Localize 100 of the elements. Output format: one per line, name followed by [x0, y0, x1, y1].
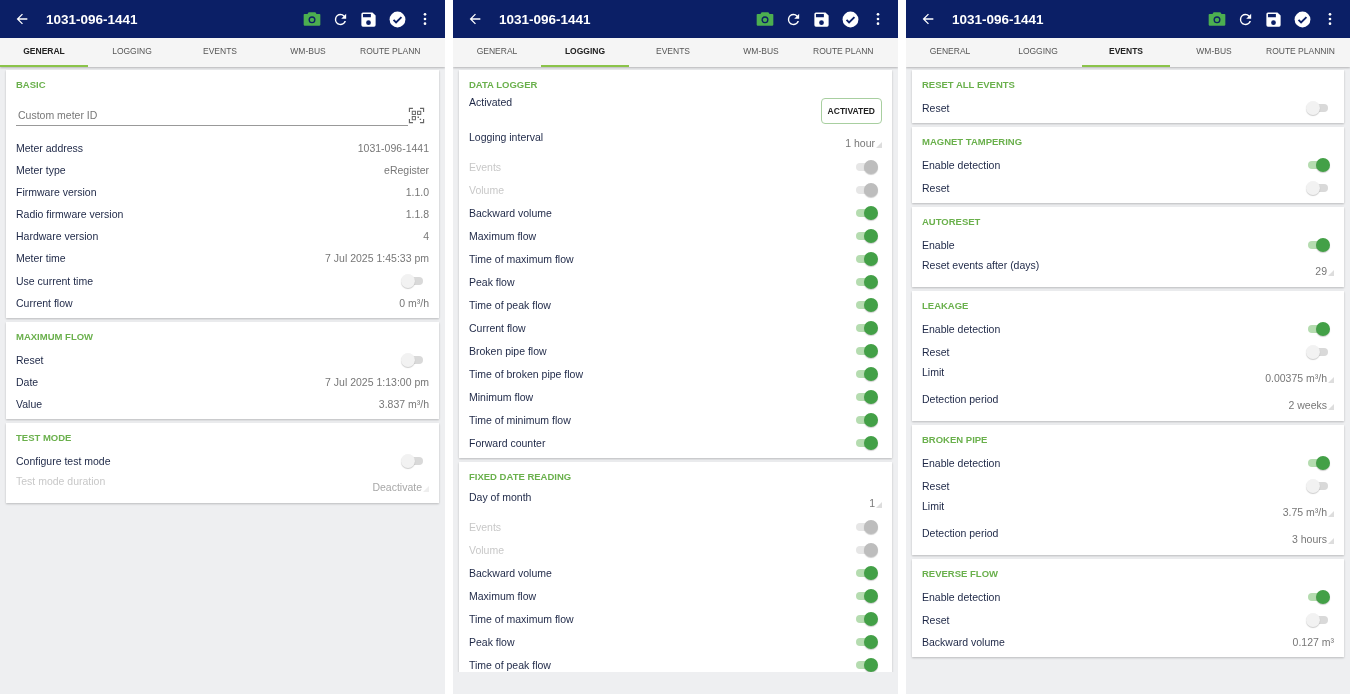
toggle-switch[interactable] — [854, 389, 878, 404]
toggle-switch[interactable] — [854, 565, 878, 580]
qr-scan-icon[interactable] — [408, 107, 425, 124]
toggle-switch[interactable] — [854, 297, 878, 312]
toggle-switch[interactable] — [1306, 237, 1330, 252]
setting-label: Enable detection — [922, 158, 1001, 171]
dropdown-corner-icon — [1328, 377, 1334, 383]
setting-label: Backward volume — [469, 566, 552, 579]
dropdown-value[interactable]: 0.00375 m³/h — [1265, 372, 1334, 384]
setting-label: Meter type — [16, 164, 66, 176]
setting-label: Enable — [922, 238, 955, 251]
toggle-switch[interactable] — [854, 251, 878, 266]
toggle-switch[interactable] — [1306, 455, 1330, 470]
tab[interactable]: EVENTS — [1082, 38, 1170, 67]
toggle-switch[interactable] — [1306, 612, 1330, 627]
setting-value: 1.1.8 — [405, 208, 429, 220]
setting-label: Time of peak flow — [469, 298, 551, 311]
dropdown-corner-icon — [876, 502, 882, 508]
setting-label: Detection period — [922, 393, 999, 405]
dropdown-value[interactable]: 29 — [1315, 265, 1334, 277]
dropdown-value[interactable]: 3 hours — [1291, 533, 1334, 545]
toggle-switch[interactable] — [854, 274, 878, 289]
back-icon[interactable] — [467, 11, 483, 27]
toggle-switch[interactable] — [1306, 478, 1330, 493]
setting-label: Configure test mode — [16, 454, 111, 467]
camera-icon[interactable] — [755, 9, 775, 29]
tab[interactable]: LOGGING — [994, 38, 1082, 67]
tab[interactable]: WM-BUS — [717, 38, 805, 67]
tab[interactable]: LOGGING — [541, 38, 629, 67]
tab[interactable]: EVENTS — [176, 38, 264, 67]
toggle-switch[interactable] — [1306, 321, 1330, 336]
tab[interactable]: ROUTE PLANN — [805, 38, 898, 67]
section-title: BROKEN PIPE — [922, 433, 989, 447]
tab[interactable]: EVENTS — [629, 38, 717, 67]
tab[interactable]: ROUTE PLANN — [352, 38, 445, 67]
text-field[interactable]: Custom meter ID — [16, 105, 408, 126]
toggle-switch[interactable] — [854, 588, 878, 603]
section-title: FIXED DATE READING — [469, 470, 573, 484]
setting-label: Minimum flow — [469, 390, 534, 403]
tab[interactable]: WM-BUS — [264, 38, 352, 67]
toggle-switch[interactable] — [401, 352, 425, 367]
setting-label: Enable detection — [922, 456, 1001, 469]
check-circle-icon[interactable] — [841, 9, 860, 29]
toggle-switch[interactable] — [1306, 344, 1330, 359]
toggle-switch[interactable] — [854, 366, 878, 381]
setting-label: Forward counter — [469, 436, 546, 449]
camera-icon[interactable] — [1207, 9, 1227, 29]
tab[interactable]: GENERAL — [0, 38, 88, 67]
tab[interactable]: GENERAL — [453, 38, 541, 67]
toggle-switch[interactable] — [854, 205, 878, 220]
toggle-switch[interactable] — [854, 611, 878, 626]
screen-title: 1031-096-1441 — [952, 11, 1045, 27]
toggle-switch[interactable] — [1306, 157, 1330, 172]
setting-label: Date — [16, 376, 39, 388]
setting-label: Time of minimum flow — [469, 413, 571, 426]
setting-label: Enable detection — [922, 322, 1001, 335]
activated-button[interactable]: ACTIVATED — [820, 98, 882, 124]
dropdown-value[interactable]: 1 hour — [845, 137, 882, 149]
toggle-switch[interactable] — [854, 634, 878, 649]
dropdown-corner-icon — [1328, 404, 1334, 410]
setting-label: Current flow — [16, 297, 73, 309]
screen-title: 1031-096-1441 — [499, 11, 592, 27]
toggle-switch[interactable] — [1306, 589, 1330, 604]
tab[interactable]: LOGGING — [88, 38, 176, 67]
screen-title: 1031-096-1441 — [46, 11, 139, 27]
section-title: MAXIMUM FLOW — [16, 330, 95, 344]
toggle-switch[interactable] — [854, 435, 878, 450]
save-icon[interactable] — [812, 9, 831, 29]
toggle-switch[interactable] — [401, 273, 425, 288]
toggle-switch[interactable] — [854, 343, 878, 358]
save-icon[interactable] — [1264, 9, 1283, 29]
toggle-switch[interactable] — [854, 320, 878, 335]
dropdown-value: Deactivate — [372, 481, 429, 493]
toggle-switch[interactable] — [854, 228, 878, 243]
toggle-switch[interactable] — [854, 412, 878, 427]
setting-label: Reset — [922, 613, 950, 626]
check-circle-icon[interactable] — [1293, 9, 1312, 29]
setting-label: Broken pipe flow — [469, 344, 547, 357]
check-circle-icon[interactable] — [388, 9, 407, 29]
setting-label: Reset — [922, 479, 950, 492]
tab[interactable]: ROUTE PLANNIN — [1258, 38, 1350, 67]
section-title: BASIC — [16, 78, 47, 92]
dropdown-value[interactable]: 1 — [869, 497, 882, 509]
tab[interactable]: GENERAL — [906, 38, 994, 67]
dropdown-value[interactable]: 2 weeks — [1288, 399, 1334, 411]
back-icon[interactable] — [920, 11, 936, 27]
toggle-switch[interactable] — [1306, 180, 1330, 195]
dropdown-value[interactable]: 3.75 m³/h — [1282, 506, 1334, 518]
toggle-switch[interactable] — [401, 453, 425, 468]
tab[interactable]: WM-BUS — [1170, 38, 1258, 67]
back-icon[interactable] — [14, 11, 30, 27]
setting-label: Time of peak flow — [469, 658, 551, 671]
camera-icon[interactable] — [302, 9, 322, 29]
save-icon[interactable] — [359, 9, 378, 29]
setting-label: Firmware version — [16, 186, 97, 198]
setting-value: 1.1.0 — [405, 186, 429, 198]
toggle-switch[interactable] — [1306, 100, 1330, 115]
section-title: LEAKAGE — [922, 299, 970, 313]
dropdown-corner-icon — [1328, 511, 1334, 517]
toggle-switch[interactable] — [854, 657, 878, 672]
